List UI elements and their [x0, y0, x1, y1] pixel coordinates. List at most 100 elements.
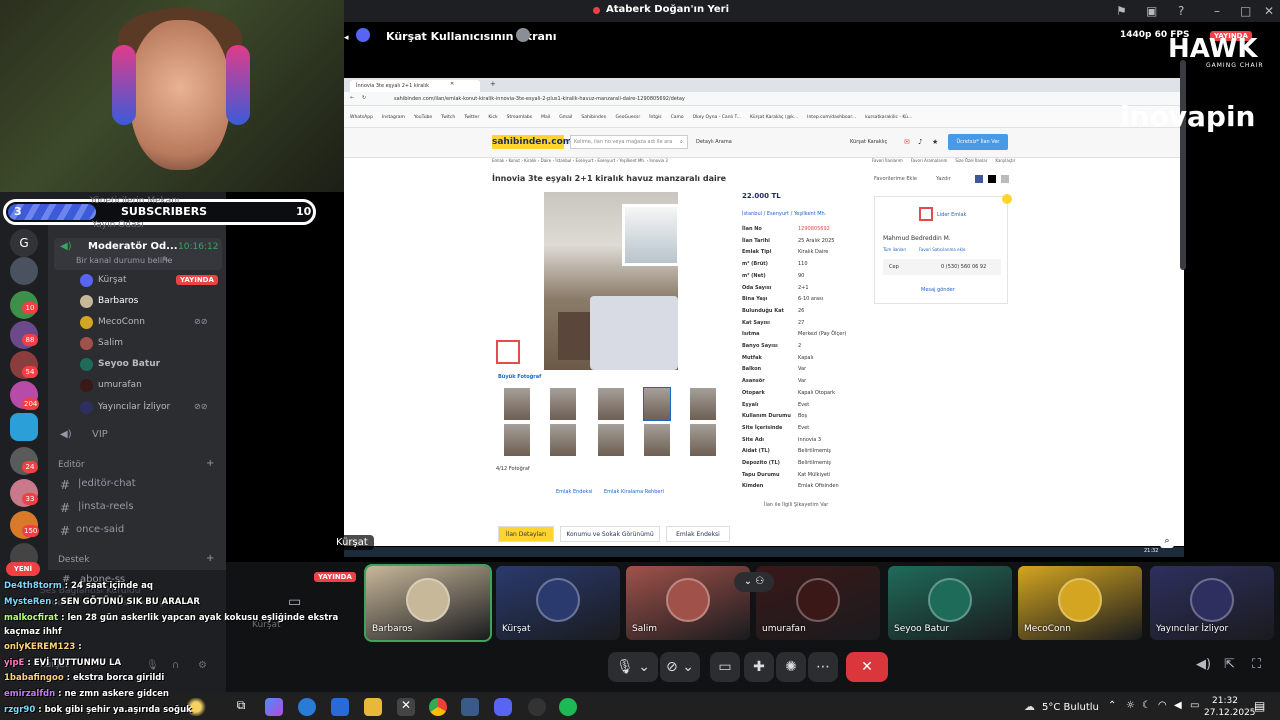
tray-chevron-icon[interactable]: ⌃ — [1108, 700, 1116, 711]
new-tab-icon[interactable]: + — [490, 80, 496, 88]
fav-seller-link[interactable]: Favori Satıcılarıma ekle — [919, 247, 966, 252]
bookmark-item[interactable]: Gmail — [559, 115, 572, 120]
emlak-endeksi-link[interactable]: Emlak Endeksi — [556, 489, 592, 495]
collapse-icon[interactable]: ◂ — [344, 33, 349, 43]
participant-tile[interactable]: Yayıncılar İzliyor — [1150, 566, 1274, 640]
stream-scrollbar[interactable] — [1180, 60, 1186, 270]
thumbnail[interactable] — [690, 388, 716, 420]
site-search-input[interactable]: Kelime, ilan no veya mağaza adı ile ara — [570, 135, 688, 149]
voice-user[interactable]: Barbaros — [98, 296, 138, 306]
new-servers-pill[interactable]: YENİ — [6, 562, 40, 576]
bookmark-item[interactable]: Sahibinden — [581, 115, 606, 120]
volume-icon[interactable]: ◀) — [1196, 657, 1211, 672]
bookmark-item[interactable]: Twitter — [464, 115, 479, 120]
participant-tile[interactable]: Seyoo Batur — [888, 566, 1012, 640]
activities-button[interactable]: ✚ — [744, 652, 774, 682]
thumbnail[interactable] — [644, 424, 670, 456]
chat-username[interactable]: malkocfirat — [4, 613, 58, 623]
tray-app-icon[interactable]: ☾ — [1142, 700, 1151, 711]
voice-user[interactable]: MecoConn — [98, 317, 145, 327]
screen-icon[interactable]: ▣ — [1146, 4, 1157, 18]
pencil-icon[interactable]: ✎ — [162, 255, 169, 264]
taskbar-time[interactable]: 21:32 — [1212, 696, 1238, 706]
weather-text[interactable]: 5°C Bulutlu — [1042, 702, 1099, 713]
facebook-icon[interactable] — [975, 175, 983, 183]
obs-icon[interactable] — [528, 698, 546, 716]
tab-ilan-detaylari[interactable]: İlan Detayları — [498, 526, 554, 542]
edge-icon[interactable] — [298, 698, 316, 716]
thumbnail[interactable] — [504, 388, 530, 420]
rent-guide-link[interactable]: Emlak Kiralama Rehberi — [604, 489, 664, 495]
battery-icon[interactable]: ▭ — [1190, 700, 1199, 711]
volume-tray-icon[interactable]: ◀ — [1174, 700, 1182, 711]
post-ad-button[interactable]: Ücretsiz* İlan Ver — [948, 134, 1008, 150]
chat-username[interactable]: yipE — [4, 658, 24, 668]
category-destek[interactable]: Destek — [58, 555, 89, 565]
url-text[interactable]: sahibinden.com/ilan/emlak-konut-kiralik-… — [394, 96, 685, 102]
bookmark-item[interactable]: Mail — [541, 115, 550, 120]
chat-username[interactable]: onlyKEREM123 — [4, 642, 75, 652]
store-name[interactable]: Lider Emlak — [937, 212, 966, 218]
mic-icon[interactable]: 🎙 — [146, 660, 159, 671]
voice-user[interactable]: Yayıncılar İzliyor — [98, 402, 170, 412]
bookmark-item[interactable]: Camo — [671, 115, 684, 120]
bookmark-item[interactable]: Okey Oyna - Canlı T... — [693, 115, 741, 120]
all-listings-link[interactable]: Tüm ilanları — [883, 247, 906, 252]
fullscreen-icon[interactable]: ⛶ — [1252, 657, 1261, 672]
mic-button[interactable]: 🎙 ⌄ — [608, 652, 658, 682]
more-button[interactable]: ⋯ — [808, 652, 838, 682]
channel-vip[interactable]: VIP — [92, 429, 108, 440]
task-view-icon[interactable]: ⧉ — [232, 698, 250, 716]
quick-link[interactable]: Karşılaştır — [995, 158, 1015, 163]
site-user-name[interactable]: Kürşat Karaklıç — [850, 139, 887, 145]
server-g-icon[interactable]: G — [10, 229, 38, 257]
minimize-icon[interactable]: – — [1214, 4, 1220, 18]
screen-share-button[interactable]: ▭ — [710, 652, 740, 682]
discord-icon[interactable] — [494, 698, 512, 716]
headphone-icon[interactable]: ∩ — [172, 660, 179, 671]
search-icon[interactable]: ⌕ — [680, 139, 683, 145]
thumbnail[interactable] — [690, 424, 716, 456]
chat-username[interactable]: emirzalfdn — [4, 689, 55, 699]
chrome-icon[interactable] — [429, 698, 447, 716]
thumbnail[interactable] — [504, 424, 530, 456]
bookmark-item[interactable]: YouTube — [414, 115, 432, 120]
bookmark-item[interactable]: kursatkarakilic - Kü... — [865, 115, 912, 120]
chat-username[interactable]: 1babafingoo — [4, 673, 64, 683]
spotify-icon[interactable] — [559, 698, 577, 716]
voice-user[interactable]: Salim — [98, 338, 123, 348]
participant-tile[interactable]: Kürşat — [496, 566, 620, 640]
star-icon[interactable]: ★ — [932, 138, 938, 146]
soundboard-button[interactable]: ✺ — [776, 652, 806, 682]
channel-once-said[interactable]: once-said — [76, 524, 124, 535]
large-photo-link[interactable]: Büyük Fotoğraf — [498, 374, 541, 380]
back-icon[interactable]: ← — [350, 95, 354, 101]
maximize-icon[interactable]: □ — [1240, 4, 1251, 18]
breadcrumb[interactable]: Emlak › Konut › Kiralık › Daire › İstanb… — [492, 158, 668, 163]
tab-emlak-endeksi[interactable]: Emlak Endeksi — [666, 526, 730, 542]
bookmark-item[interactable]: Streamlabs — [507, 115, 533, 120]
bookmark-item[interactable]: İntgis — [649, 115, 661, 120]
phone-number[interactable]: 0 (530) 560 06 92 — [941, 264, 986, 270]
tab-konum[interactable]: Konumu ve Sokak Görünümü — [560, 526, 660, 542]
voice-user[interactable]: Kürşat — [98, 275, 127, 285]
xbox-icon[interactable]: ✕ — [397, 698, 415, 716]
add-channel-icon[interactable]: + — [206, 458, 214, 469]
help-icon[interactable]: ? — [1178, 4, 1184, 18]
channel-editor-chat[interactable]: |editör-chat — [78, 478, 136, 489]
message-link[interactable]: Mesaj gönder — [921, 287, 955, 293]
chat-username[interactable]: rzgr90 — [4, 705, 35, 715]
taskbar-date[interactable]: 27.12.2025 — [1204, 708, 1256, 718]
bell-icon[interactable]: ♪ — [918, 138, 922, 146]
quick-link[interactable]: Favori İlanlarım — [872, 158, 903, 163]
add-channel-icon[interactable]: + — [206, 553, 214, 564]
zoom-icon[interactable]: ⌕ — [1160, 534, 1174, 548]
chat-username[interactable]: MysteRen — [4, 597, 51, 607]
complaint-link[interactable]: İlan ile İlgili Şikayetim Var — [764, 502, 828, 508]
voice-user[interactable]: umurafan — [98, 380, 142, 390]
participant-tile[interactable]: Barbaros — [364, 564, 492, 642]
explorer-icon[interactable] — [364, 698, 382, 716]
detailed-search-link[interactable]: Detaylı Arama — [696, 139, 732, 145]
notification-icon[interactable]: ▤ — [1254, 699, 1265, 713]
bookmark-item[interactable]: Intep.com/dashboar... — [807, 115, 856, 120]
